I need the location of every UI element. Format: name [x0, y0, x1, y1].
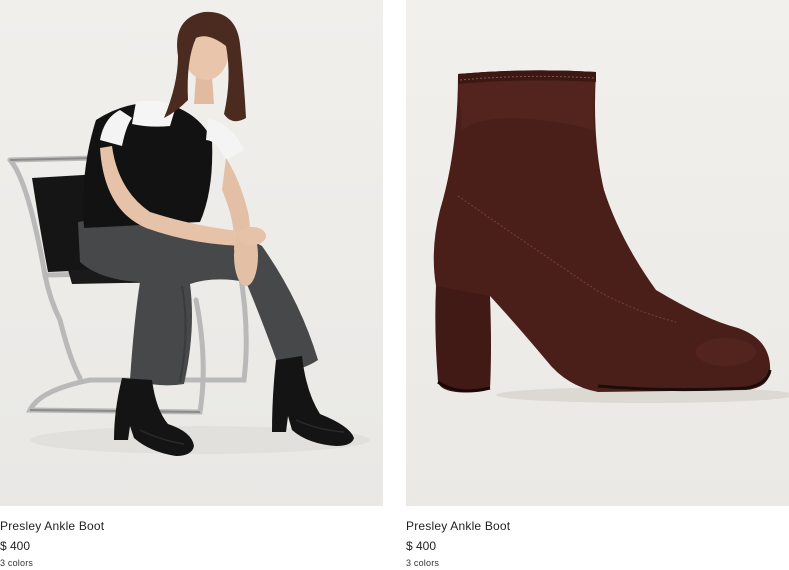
product-price: $ 400 [0, 539, 31, 553]
product-image[interactable] [0, 0, 383, 506]
product-info: Presley Ankle Boot $ 400 3 colors [0, 506, 383, 569]
model-photo [7, 11, 370, 456]
product-name[interactable]: Presley Ankle Boot [0, 519, 383, 533]
product-grid: Presley Ankle Boot $ 400 3 colors Presle… [0, 0, 789, 570]
product-card[interactable]: Presley Ankle Boot $ 400 3 colors [0, 0, 383, 569]
product-colors-count: 3 colors [406, 558, 440, 568]
product-card[interactable]: Presley Ankle Boot $ 400 3 colors [406, 0, 789, 569]
product-price: $ 400 [406, 539, 437, 553]
product-name[interactable]: Presley Ankle Boot [406, 519, 789, 533]
product-colors-count: 3 colors [0, 558, 34, 568]
product-info: Presley Ankle Boot $ 400 3 colors [406, 506, 789, 569]
boot-photo [433, 70, 789, 403]
product-image[interactable] [406, 0, 789, 506]
